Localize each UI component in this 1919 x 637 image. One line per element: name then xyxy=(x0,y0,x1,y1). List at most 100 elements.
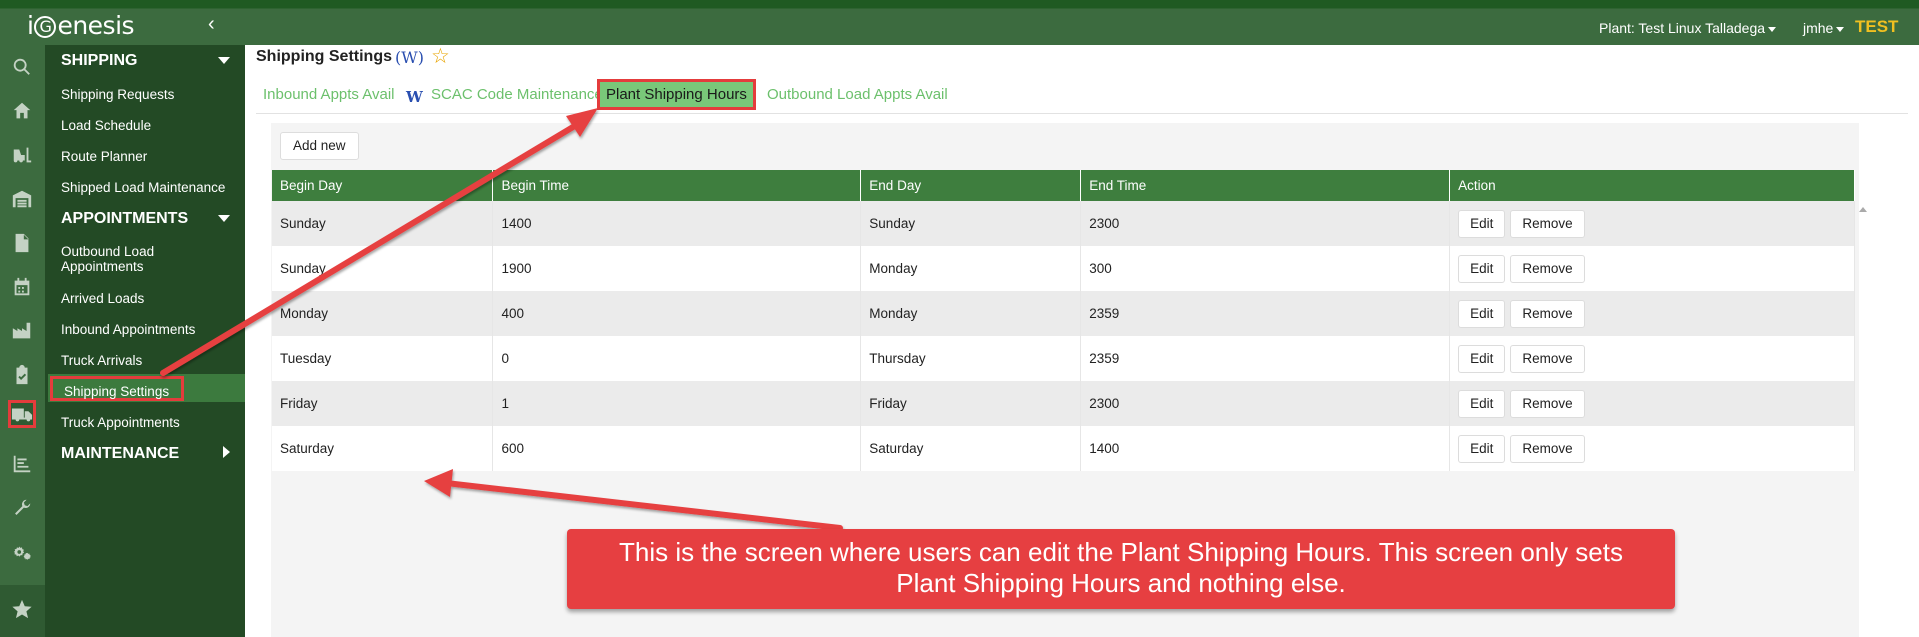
sidebar-item-inbound-appointments[interactable]: Inbound Appointments xyxy=(61,322,239,337)
edit-button[interactable]: Edit xyxy=(1458,389,1506,418)
wrench-icon[interactable] xyxy=(8,494,36,522)
cell-end-day: Friday xyxy=(860,381,1082,426)
sidebar-item-route-planner[interactable]: Route Planner xyxy=(61,149,239,164)
factory-icon[interactable] xyxy=(8,317,36,345)
chevron-down-icon[interactable] xyxy=(218,215,230,222)
cell-action: Edit Remove xyxy=(1449,291,1855,336)
annotation-callout: This is the screen where users can edit … xyxy=(567,529,1675,609)
cell-end-time: 300 xyxy=(1080,246,1451,291)
list-chart-icon[interactable] xyxy=(8,450,36,478)
cell-begin-day: Monday xyxy=(272,291,494,336)
cell-action: Edit Remove xyxy=(1449,201,1855,246)
edit-button[interactable]: Edit xyxy=(1458,209,1506,238)
tab-outbound-load-appts-avail[interactable]: Outbound Load Appts Avail xyxy=(767,86,948,103)
remove-button[interactable]: Remove xyxy=(1510,344,1585,373)
top-bar: i Genesis ‹ Plant: Test Linux Talladega j… xyxy=(0,0,1919,45)
caret-down-icon xyxy=(1836,26,1845,32)
logo-suffix: enesis xyxy=(57,11,135,40)
scroll-up-icon[interactable] xyxy=(1859,207,1867,212)
cell-begin-time: 0 xyxy=(492,336,862,381)
edit-button[interactable]: Edit xyxy=(1458,344,1506,373)
sidebar: SHIPPING Shipping Requests Load Schedule… xyxy=(45,45,245,637)
warehouse-icon[interactable] xyxy=(8,185,36,213)
cell-end-day: Thursday xyxy=(860,336,1082,381)
sidebar-item-outbound-load-appointments[interactable]: Outbound Load Appointments xyxy=(61,244,239,274)
sidebar-item-shipping-settings[interactable]: Shipping Settings xyxy=(64,384,242,399)
cell-end-time: 2300 xyxy=(1080,381,1451,426)
cell-end-day: Saturday xyxy=(860,426,1082,471)
cell-action: Edit Remove xyxy=(1449,336,1855,381)
cell-action: Edit Remove xyxy=(1449,381,1855,426)
column-header-action: Action xyxy=(1449,170,1855,201)
tab-scac-code-maintenance[interactable]: SCAC Code Maintenance xyxy=(431,86,603,103)
sidebar-item-shipped-load-maintenance[interactable]: Shipped Load Maintenance xyxy=(61,180,239,195)
rail-footer xyxy=(0,585,45,637)
sidebar-item-truck-arrivals[interactable]: Truck Arrivals xyxy=(61,353,239,368)
table-row: Sunday 1900 Monday 300 Edit Remove xyxy=(272,246,1855,291)
column-header-end-time[interactable]: End Time xyxy=(1080,170,1451,201)
cell-end-time: 1400 xyxy=(1080,426,1451,471)
cell-begin-day: Saturday xyxy=(272,426,494,471)
forklift-icon[interactable] xyxy=(8,141,36,169)
plant-selector[interactable]: Plant: Test Linux Talladega xyxy=(1599,20,1777,36)
tab-plant-shipping-hours[interactable]: Plant Shipping Hours xyxy=(597,79,756,110)
edit-button[interactable]: Edit xyxy=(1458,299,1506,328)
cell-end-day: Monday xyxy=(860,291,1082,336)
remove-button[interactable]: Remove xyxy=(1510,434,1585,463)
column-header-end-day[interactable]: End Day xyxy=(860,170,1082,201)
caret-down-icon xyxy=(1768,26,1777,32)
cell-end-time: 2300 xyxy=(1080,201,1451,246)
wiki-w-icon[interactable]: W xyxy=(406,88,423,106)
sidebar-item-load-schedule[interactable]: Load Schedule xyxy=(61,118,239,133)
cell-action: Edit Remove xyxy=(1449,246,1855,291)
page-title: Shipping Settings xyxy=(256,48,392,65)
edit-button[interactable]: Edit xyxy=(1458,254,1506,283)
user-menu[interactable]: jmhe xyxy=(1803,20,1845,36)
chevron-right-icon[interactable] xyxy=(223,446,230,458)
favorite-star-icon[interactable]: ☆ xyxy=(431,44,450,69)
remove-button[interactable]: Remove xyxy=(1510,209,1585,238)
cell-begin-time: 400 xyxy=(492,291,862,336)
calendar-icon[interactable] xyxy=(8,273,36,301)
document-icon[interactable] xyxy=(8,229,36,257)
column-header-begin-day[interactable]: Begin Day xyxy=(272,170,494,201)
chevron-down-icon[interactable] xyxy=(218,57,230,64)
table-scrollbar[interactable] xyxy=(1859,207,1869,637)
gears-icon[interactable] xyxy=(8,538,36,566)
tab-inbound-appts-avail[interactable]: Inbound Appts Avail xyxy=(263,86,395,103)
cell-begin-day: Sunday xyxy=(272,201,494,246)
plant-label: Plant: Test Linux Talladega xyxy=(1599,20,1766,36)
app-logo[interactable]: i Genesis xyxy=(27,11,135,40)
sidebar-item-arrived-loads[interactable]: Arrived Loads xyxy=(61,291,239,306)
sidebar-section-shipping[interactable]: SHIPPING xyxy=(61,52,137,70)
cell-begin-day: Friday xyxy=(272,381,494,426)
cell-action: Edit Remove xyxy=(1449,426,1855,471)
remove-button[interactable]: Remove xyxy=(1510,254,1585,283)
search-icon[interactable] xyxy=(8,53,36,81)
table-header-row: Begin Day Begin Time End Day End Time Ac… xyxy=(272,170,1855,201)
truck-icon[interactable] xyxy=(8,400,36,428)
remove-button[interactable]: Remove xyxy=(1510,299,1585,328)
home-icon[interactable] xyxy=(8,97,36,125)
column-header-begin-time[interactable]: Begin Time xyxy=(492,170,862,201)
sidebar-item-truck-appointments[interactable]: Truck Appointments xyxy=(61,415,239,430)
edit-button[interactable]: Edit xyxy=(1458,434,1506,463)
clipboard-check-icon[interactable] xyxy=(8,361,36,389)
wiki-link[interactable]: (W) xyxy=(395,48,424,67)
star-icon[interactable] xyxy=(8,595,36,623)
sidebar-section-maintenance[interactable]: MAINTENANCE xyxy=(61,445,179,463)
remove-button[interactable]: Remove xyxy=(1510,389,1585,418)
tab-divider xyxy=(256,113,1908,114)
cell-begin-time: 1900 xyxy=(492,246,862,291)
cell-begin-day: Sunday xyxy=(272,246,494,291)
cell-end-day: Sunday xyxy=(860,201,1082,246)
table-row: Saturday 600 Saturday 1400 Edit Remove xyxy=(272,426,1855,471)
table-row: Friday 1 Friday 2300 Edit Remove xyxy=(272,381,1855,426)
sidebar-item-shipping-requests[interactable]: Shipping Requests xyxy=(61,87,239,102)
logo-g-mark: G xyxy=(34,16,57,38)
collapse-sidebar-icon[interactable]: ‹ xyxy=(208,14,215,34)
table-row: Tuesday 0 Thursday 2359 Edit Remove xyxy=(272,336,1855,381)
table-row: Monday 400 Monday 2359 Edit Remove xyxy=(272,291,1855,336)
sidebar-section-appointments[interactable]: APPOINTMENTS xyxy=(61,210,188,228)
add-new-button[interactable]: Add new xyxy=(280,132,359,160)
